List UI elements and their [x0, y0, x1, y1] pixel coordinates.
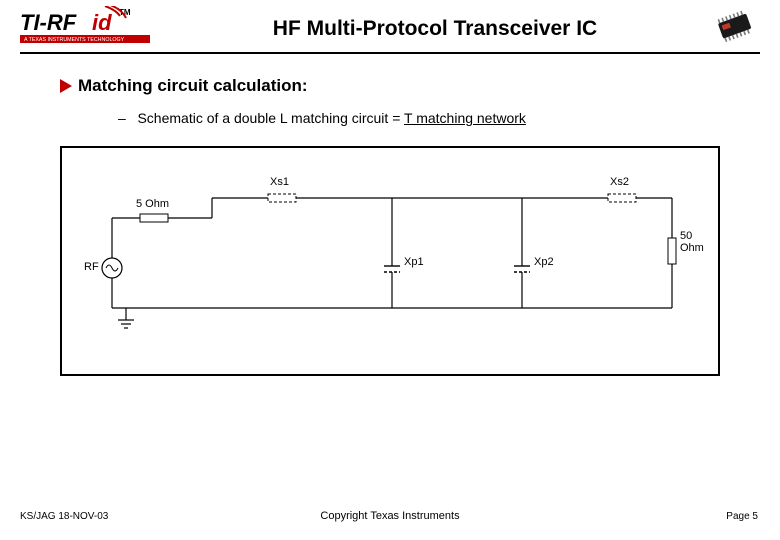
label-xs1: Xs1 — [270, 176, 289, 188]
bullet-heading: Matching circuit calculation: — [60, 76, 720, 96]
sub-dash: – — [118, 110, 126, 126]
bullet-text: Matching circuit calculation: — [78, 76, 308, 96]
label-load-r: 50 Ohm — [680, 230, 718, 254]
sub-pre: Schematic of a double L matching circuit… — [137, 110, 404, 126]
ti-rfid-logo-icon: TI-RF id TM A TEXAS INSTRUMENTS TECHNOLO… — [20, 6, 170, 48]
label-src-r: 5 Ohm — [136, 198, 169, 210]
schematic-diagram: Xs1 Xs2 Xp1 Xp2 5 Ohm 50 Ohm RF — [60, 146, 720, 376]
chip-icon — [690, 10, 760, 49]
svg-text:id: id — [92, 10, 112, 35]
label-xp1: Xp1 — [404, 256, 424, 268]
footer-center: Copyright Texas Instruments — [0, 510, 780, 522]
slide-title: HF Multi-Protocol Transceiver IC — [180, 17, 690, 41]
footer-right: Page 5 — [726, 511, 758, 522]
svg-text:TI-RF: TI-RF — [20, 10, 77, 35]
sub-bullet: – Schematic of a double L matching circu… — [118, 110, 720, 126]
slide-header: TI-RF id TM A TEXAS INSTRUMENTS TECHNOLO… — [0, 0, 780, 52]
label-rf: RF — [84, 261, 99, 273]
label-xp2: Xp2 — [534, 256, 554, 268]
slide-content: Matching circuit calculation: – Schemati… — [0, 54, 780, 376]
svg-text:A TEXAS INSTRUMENTS TECHNOLOGY: A TEXAS INSTRUMENTS TECHNOLOGY — [24, 37, 125, 43]
sub-underline: T matching network — [404, 110, 526, 126]
bullet-triangle-icon — [60, 79, 72, 93]
logo: TI-RF id TM A TEXAS INSTRUMENTS TECHNOLO… — [20, 6, 180, 53]
label-xs2: Xs2 — [610, 176, 629, 188]
